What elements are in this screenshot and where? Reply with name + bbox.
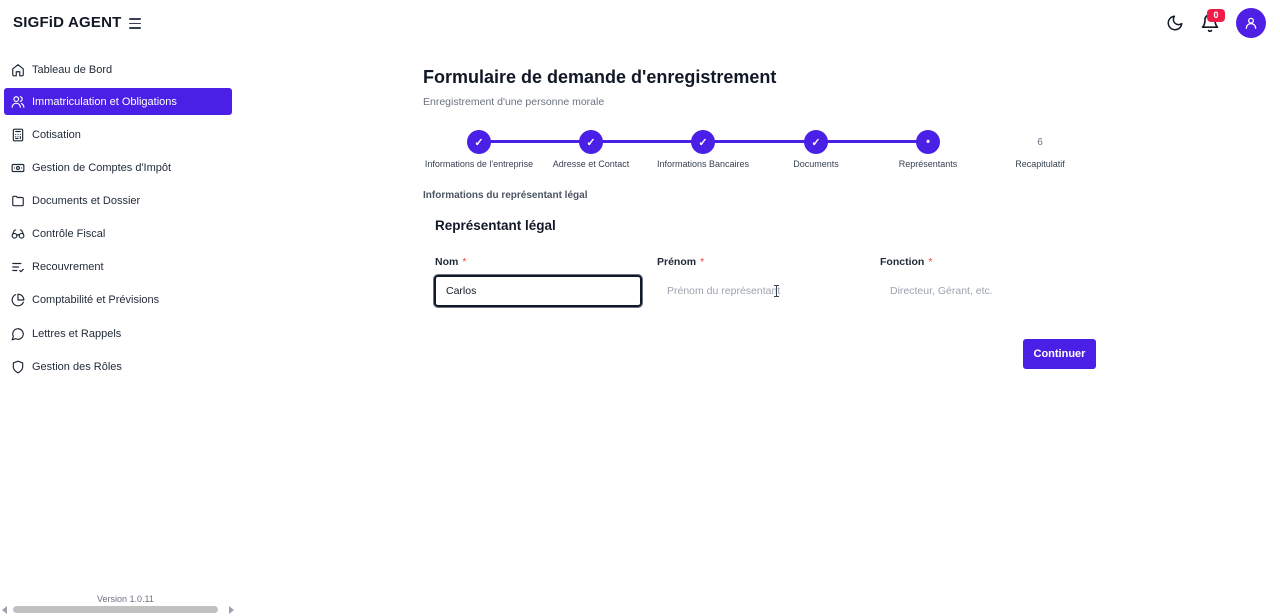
sidebar-item-label: Lettres et Rappels xyxy=(32,327,122,340)
required-marker: * xyxy=(928,256,933,268)
required-marker: * xyxy=(700,256,705,268)
sidebar-item-documents-dossier[interactable]: Documents et Dossier xyxy=(4,187,232,214)
sidebar-item-controle-fiscal[interactable]: Contrôle Fiscal xyxy=(4,220,232,247)
fonction-label-text: Fonction xyxy=(880,256,925,268)
sidebar-item-label: Gestion des Rôles xyxy=(32,360,122,373)
sidebar-item-recouvrement[interactable]: Recouvrement xyxy=(4,253,232,280)
step-4-label: Documents xyxy=(793,159,839,169)
user-avatar[interactable] xyxy=(1236,8,1266,38)
sidebar-item-gestion-comptes-impot[interactable]: Gestion de Comptes d'Impôt xyxy=(4,154,232,181)
fonction-label: Fonction * xyxy=(880,256,932,268)
app-brand: SIGFiD AGENT xyxy=(13,14,122,31)
user-icon xyxy=(1245,17,1257,29)
sidebar-item-label: Recouvrement xyxy=(32,260,104,273)
card-title: Représentant légal xyxy=(435,218,556,233)
step-1-label: Informations de l'entreprise xyxy=(424,159,534,169)
notification-badge: 0 xyxy=(1207,9,1225,22)
step-3-label: Informations Bancaires xyxy=(656,159,750,169)
sidebar-item-lettres-rappels[interactable]: Lettres et Rappels xyxy=(4,320,232,347)
moon-icon[interactable] xyxy=(1166,14,1184,32)
sidebar-item-comptabilite[interactable]: Comptabilité et Prévisions xyxy=(4,286,232,313)
pie-chart-icon xyxy=(10,292,25,307)
banknote-icon xyxy=(10,160,25,175)
sidebar-item-immatriculation[interactable]: Immatriculation et Obligations xyxy=(4,88,232,115)
home-icon xyxy=(10,62,25,77)
sidebar-horizontal-scrollbar[interactable] xyxy=(0,604,240,616)
sidebar-item-cotisation[interactable]: Cotisation xyxy=(4,121,232,148)
sidebar-item-label: Gestion de Comptes d'Impôt xyxy=(32,161,172,174)
list-check-icon xyxy=(10,259,25,274)
registration-stepper: ✓ Informations de l'entreprise ✓ Adresse… xyxy=(423,130,1103,175)
top-bar: SIGFiD AGENT 0 xyxy=(0,0,1280,46)
step-1-marker[interactable]: ✓ xyxy=(467,130,491,154)
sidebar-item-label: Tableau de Bord xyxy=(32,63,113,76)
step-5-marker[interactable]: • xyxy=(916,130,940,154)
prenom-label-text: Prénom xyxy=(657,256,697,268)
hamburger-menu-icon[interactable] xyxy=(127,15,143,31)
sidebar-item-label: Documents et Dossier xyxy=(32,194,141,207)
scroll-left-icon[interactable] xyxy=(2,606,7,614)
app-version: Version 1.0.11 xyxy=(97,594,154,604)
fonction-input[interactable] xyxy=(880,275,1088,307)
users-icon xyxy=(10,94,25,109)
step-6-marker[interactable]: 6 xyxy=(1028,137,1052,148)
step-2-marker[interactable]: ✓ xyxy=(579,130,603,154)
nom-label-text: Nom xyxy=(435,256,459,268)
required-marker: * xyxy=(462,256,467,268)
sidebar-item-label: Immatriculation et Obligations xyxy=(32,95,177,108)
sidebar-item-label: Comptabilité et Prévisions xyxy=(32,293,160,306)
sidebar-item-tableau-de-bord[interactable]: Tableau de Bord xyxy=(4,56,232,83)
calculator-icon xyxy=(10,127,25,142)
page-subtitle: Enregistrement d'une personne morale xyxy=(423,96,605,108)
prenom-label: Prénom * xyxy=(657,256,704,268)
text-cursor-icon xyxy=(773,284,780,297)
nom-input[interactable] xyxy=(434,275,642,307)
sidebar: Tableau de Bord Immatriculation et Oblig… xyxy=(0,52,240,616)
step-2-label: Adresse et Contact xyxy=(552,159,630,169)
page-title: Formulaire de demande d'enregistrement xyxy=(423,67,777,87)
nom-label: Nom * xyxy=(435,256,466,268)
scroll-right-icon[interactable] xyxy=(229,606,234,614)
scrollbar-thumb[interactable] xyxy=(13,606,218,613)
sidebar-item-label: Cotisation xyxy=(32,128,81,141)
folder-icon xyxy=(10,193,25,208)
sidebar-item-gestion-roles[interactable]: Gestion des Rôles xyxy=(4,353,232,380)
continue-button[interactable]: Continuer xyxy=(1023,339,1096,369)
prenom-input[interactable] xyxy=(657,275,865,307)
glasses-icon xyxy=(10,226,25,241)
message-circle-icon xyxy=(10,326,25,341)
section-label: Informations du représentant légal xyxy=(423,190,588,201)
step-3-marker[interactable]: ✓ xyxy=(691,130,715,154)
step-6-label: Recapitulatif xyxy=(1015,159,1065,169)
step-4-marker[interactable]: ✓ xyxy=(804,130,828,154)
step-5-label: Représentants xyxy=(898,159,958,169)
sidebar-item-label: Contrôle Fiscal xyxy=(32,227,106,240)
shield-icon xyxy=(10,359,25,374)
